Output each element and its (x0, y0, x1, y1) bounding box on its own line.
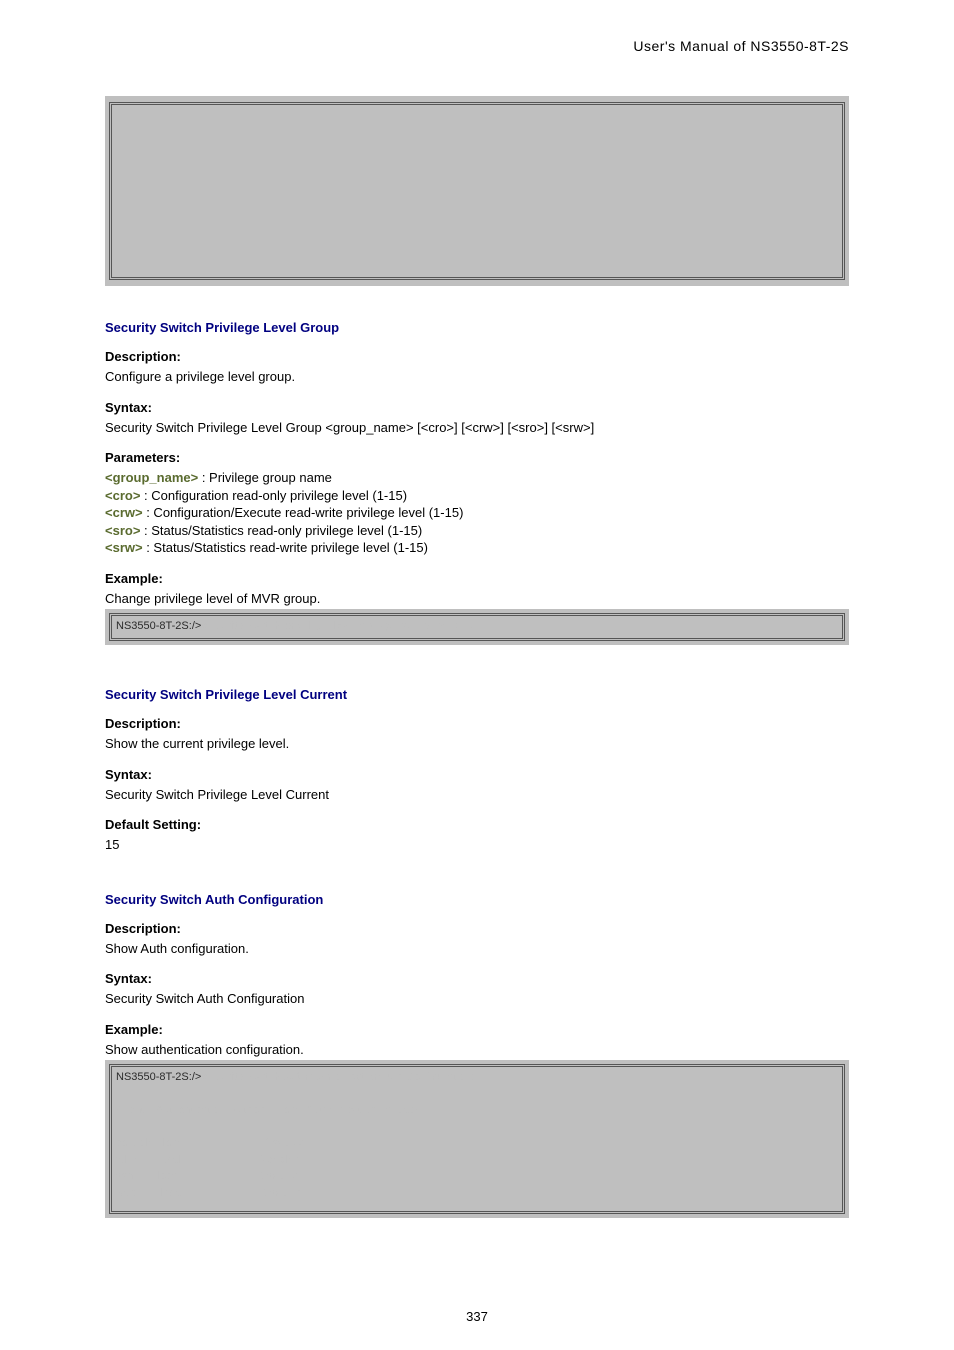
page: User's Manual of NS3550-8T-2S Security S… (0, 0, 954, 1350)
example-label: Example: (105, 571, 849, 586)
example-desc: Show authentication configuration. (105, 1041, 849, 1059)
param-name: <crw> (105, 505, 146, 520)
example-box-c: NS3550-8T-2S:/>security switch auth conf… (109, 1064, 845, 1214)
running-header: User's Manual of NS3550-8T-2S (105, 38, 849, 54)
param-row: <sro> : Status/Statistics read-only priv… (105, 522, 849, 540)
param-name: <sro> (105, 523, 144, 538)
section-heading-privilege-group: Security Switch Privilege Level Group (105, 320, 849, 335)
param-name: <group_name> (105, 470, 198, 485)
description-text: Configure a privilege level group. (105, 368, 849, 386)
param-row: <srw> : Status/Statistics read-write pri… (105, 539, 849, 557)
syntax-text: Security Switch Privilege Level Group <g… (105, 419, 849, 437)
example-box-a: NS3550-8T-2S:/>security switch privilege… (109, 613, 845, 641)
param-name: <srw> (105, 540, 146, 555)
param-text: : Privilege group name (198, 470, 332, 485)
syntax-text: Security Switch Privilege Level Current (105, 786, 849, 804)
param-row: <group_name> : Privilege group name (105, 469, 849, 487)
parameters-list: <group_name> : Privilege group name <cro… (105, 469, 849, 557)
example-box-wrap-a: NS3550-8T-2S:/>security switch privilege… (105, 609, 849, 645)
syntax-label: Syntax: (105, 971, 849, 986)
example-label: Example: (105, 1022, 849, 1037)
description-text: Show Auth configuration. (105, 940, 849, 958)
param-text: : Status/Statistics read-write privilege… (146, 540, 428, 555)
description-label: Description: (105, 349, 849, 364)
top-example-box-wrap (105, 96, 849, 286)
param-row: <cro> : Configuration read-only privileg… (105, 487, 849, 505)
example-desc: Change privilege level of MVR group. (105, 590, 849, 608)
top-example-box (109, 102, 845, 280)
command-text: security switch auth configuration (201, 1071, 380, 1083)
default-label: Default Setting: (105, 817, 849, 832)
param-text: : Configuration/Execute read-write privi… (146, 505, 463, 520)
syntax-text: Security Switch Auth Configuration (105, 990, 849, 1008)
description-label: Description: (105, 921, 849, 936)
param-text: : Status/Statistics read-only privilege … (144, 523, 422, 538)
page-number: 337 (0, 1309, 954, 1324)
default-text: 15 (105, 836, 849, 854)
prompt-text: NS3550-8T-2S:/> (116, 620, 201, 632)
param-text: : Configuration read-only privilege leve… (144, 488, 407, 503)
section-heading-privilege-current: Security Switch Privilege Level Current (105, 687, 849, 702)
section-heading-auth-config: Security Switch Auth Configuration (105, 892, 849, 907)
prompt-text: NS3550-8T-2S:/> (116, 1071, 201, 1083)
example-output: Auth Configuration: Client Authenticatio… (116, 1071, 475, 1199)
syntax-label: Syntax: (105, 400, 849, 415)
command-text: security switch privilege level group mv… (201, 620, 475, 632)
syntax-label: Syntax: (105, 767, 849, 782)
example-box-wrap-c: NS3550-8T-2S:/>security switch auth conf… (105, 1060, 849, 1218)
description-label: Description: (105, 716, 849, 731)
parameters-label: Parameters: (105, 450, 849, 465)
description-text: Show the current privilege level. (105, 735, 849, 753)
param-row: <crw> : Configuration/Execute read-write… (105, 504, 849, 522)
param-name: <cro> (105, 488, 144, 503)
